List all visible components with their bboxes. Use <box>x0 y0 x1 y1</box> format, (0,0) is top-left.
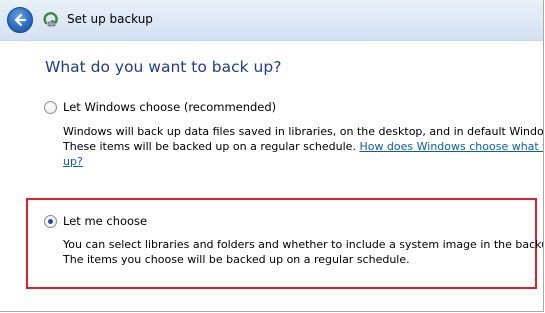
description-text: These items will be backed up on a regul… <box>63 140 360 153</box>
description-line: You can select libraries and folders and… <box>63 238 544 251</box>
description-line: up? <box>63 154 543 169</box>
option-label-let-windows-choose[interactable]: Let Windows choose (recommended) <box>63 100 276 114</box>
back-arrow-icon <box>14 13 27 27</box>
backup-icon <box>42 10 60 28</box>
setup-backup-window: Set up backup What do you want to back u… <box>0 0 544 312</box>
option-label-let-me-choose[interactable]: Let me choose <box>63 214 147 228</box>
description-line: The items you choose will be backed up o… <box>63 253 410 266</box>
option-let-windows-choose[interactable]: Let Windows choose (recommended) <box>44 100 276 114</box>
how-does-windows-choose-link[interactable]: How does Windows choose what file <box>359 140 543 153</box>
radio-let-me-choose[interactable] <box>44 214 57 228</box>
description-line: Windows will back up data files saved in… <box>63 125 544 138</box>
option-let-me-choose[interactable]: Let me choose <box>44 214 147 228</box>
title-bar: Set up backup <box>0 0 543 41</box>
option-description-let-me-choose: You can select libraries and folders and… <box>63 237 544 267</box>
window-title: Set up backup <box>67 12 153 26</box>
option-description-let-windows-choose: Windows will back up data files saved in… <box>63 124 544 169</box>
radio-let-windows-choose[interactable] <box>44 100 57 114</box>
how-does-windows-choose-link-cont[interactable]: up? <box>63 155 83 168</box>
back-button[interactable] <box>7 7 33 33</box>
description-line: These items will be backed up on a regul… <box>63 139 543 154</box>
page-heading: What do you want to back up? <box>45 58 282 76</box>
